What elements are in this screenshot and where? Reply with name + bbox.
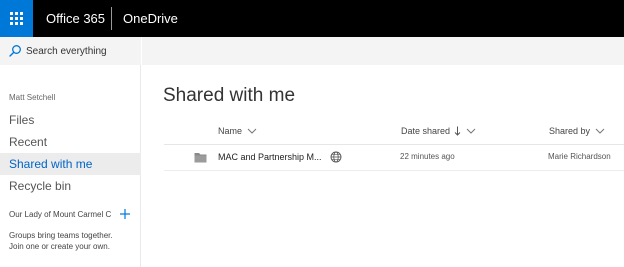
search-icon [9, 45, 21, 57]
main-content: Shared with me Name Date shared Shared b… [142, 37, 624, 267]
command-bar [142, 37, 624, 65]
column-header-name-label: Name [218, 126, 243, 136]
group-row: Our Lady of Mount Carmel C [9, 207, 135, 221]
nav-item-files[interactable]: Files [0, 109, 141, 131]
page-title: Shared with me [163, 85, 296, 106]
chevron-down-icon [595, 128, 605, 134]
group-name-link[interactable]: Our Lady of Mount Carmel C [9, 210, 115, 219]
file-name-link[interactable]: MAC and Partnership M... [218, 152, 322, 162]
date-shared-cell: 22 minutes ago [400, 152, 455, 161]
sort-descending-arrow-icon [454, 126, 461, 136]
onedrive-link[interactable]: OneDrive [123, 0, 178, 37]
user-name: Matt Setchell [9, 93, 56, 102]
folder-icon [194, 153, 207, 163]
column-header-shared-by[interactable]: Shared by [549, 123, 605, 139]
chevron-down-icon [247, 128, 257, 134]
shared-by-cell: Marie Richardson [548, 152, 611, 161]
groups-hint-line-1: Groups bring teams together. [9, 231, 113, 240]
app-launcher-waffle-icon[interactable] [0, 0, 33, 37]
suite-divider [111, 7, 112, 30]
groups-hint-line-2: Join one or create your own. [9, 242, 110, 251]
nav-item-shared-with-me[interactable]: Shared with me [0, 153, 141, 175]
search-box[interactable]: Search everything [0, 37, 141, 65]
add-group-plus-icon[interactable] [119, 208, 131, 220]
column-header-name[interactable]: Name [218, 123, 257, 139]
search-placeholder: Search everything [26, 45, 107, 57]
nav-item-recent[interactable]: Recent [0, 131, 141, 153]
groups-hint: Groups bring teams together. Join one or… [9, 230, 137, 252]
left-navigation: Search everything Matt Setchell Files Re… [0, 37, 141, 267]
nav-item-recycle-bin[interactable]: Recycle bin [0, 175, 141, 197]
chevron-down-icon [466, 128, 476, 134]
column-header-date-shared-label: Date shared [401, 126, 451, 136]
column-header-shared-by-label: Shared by [549, 126, 591, 136]
suite-bar: Office 365 OneDrive [0, 0, 624, 37]
table-row[interactable]: MAC and Partnership M... 22 minutes ago … [164, 145, 624, 171]
row-divider [164, 170, 624, 171]
globe-icon [330, 151, 342, 163]
column-header-date-shared[interactable]: Date shared [401, 123, 476, 139]
office-365-link[interactable]: Office 365 [46, 0, 105, 37]
